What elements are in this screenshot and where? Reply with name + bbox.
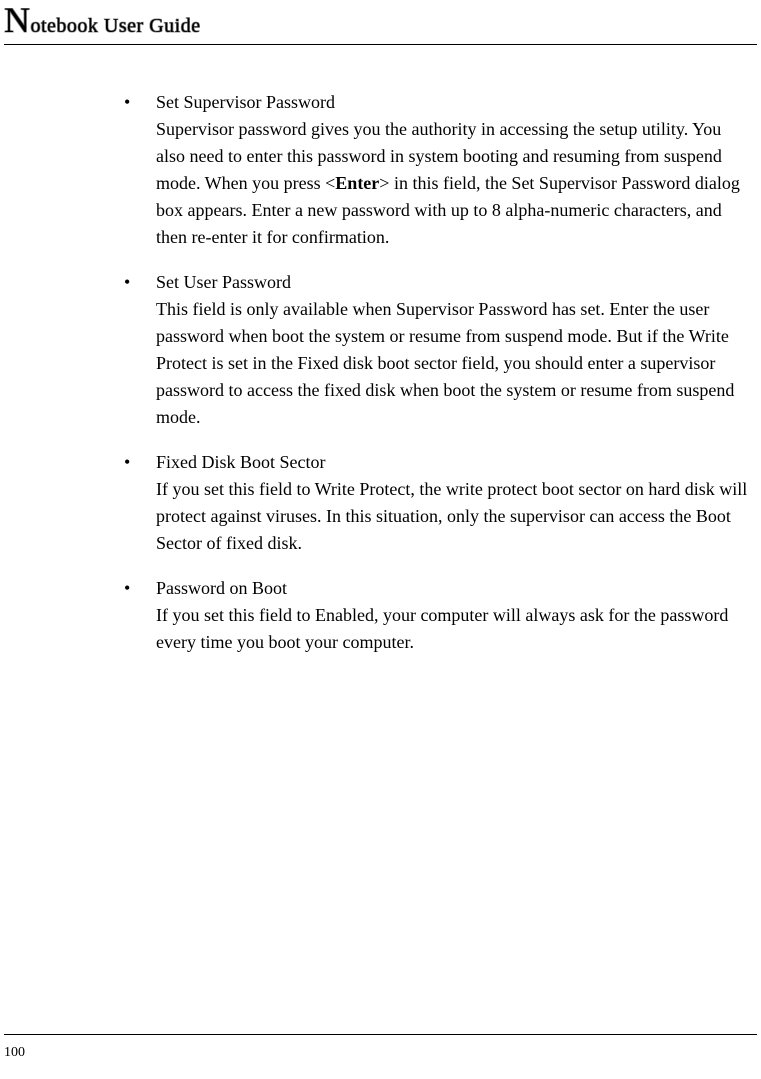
item-body: This field is only available when Superv…: [156, 296, 751, 431]
list-item: Set Supervisor Password Supervisor passw…: [118, 89, 751, 251]
item-title: Set User Password: [156, 269, 751, 296]
header-initial-letter: N: [4, 2, 31, 38]
page-number: 100: [4, 1045, 25, 1061]
list-item: Set User Password This field is only ava…: [118, 269, 751, 431]
item-title: Set Supervisor Password: [156, 89, 751, 116]
item-title: Fixed Disk Boot Sector: [156, 449, 751, 476]
item-body: If you set this field to Write Protect, …: [156, 476, 751, 557]
footer-rule: [4, 1034, 757, 1035]
item-body: Supervisor password gives you the author…: [156, 116, 751, 251]
page-content: Set Supervisor Password Supervisor passw…: [0, 45, 761, 656]
item-body: If you set this field to Enabled, your c…: [156, 602, 751, 656]
header-title: Notebook User Guide: [4, 2, 761, 38]
list-item: Fixed Disk Boot Sector If you set this f…: [118, 449, 751, 557]
header-title-rest: otebook User Guide: [31, 15, 201, 37]
enter-key-label: Enter: [335, 173, 379, 193]
bullet-list: Set Supervisor Password Supervisor passw…: [118, 89, 751, 656]
list-item: Password on Boot If you set this field t…: [118, 575, 751, 656]
page-header: Notebook User Guide: [0, 0, 761, 38]
item-title: Password on Boot: [156, 575, 751, 602]
